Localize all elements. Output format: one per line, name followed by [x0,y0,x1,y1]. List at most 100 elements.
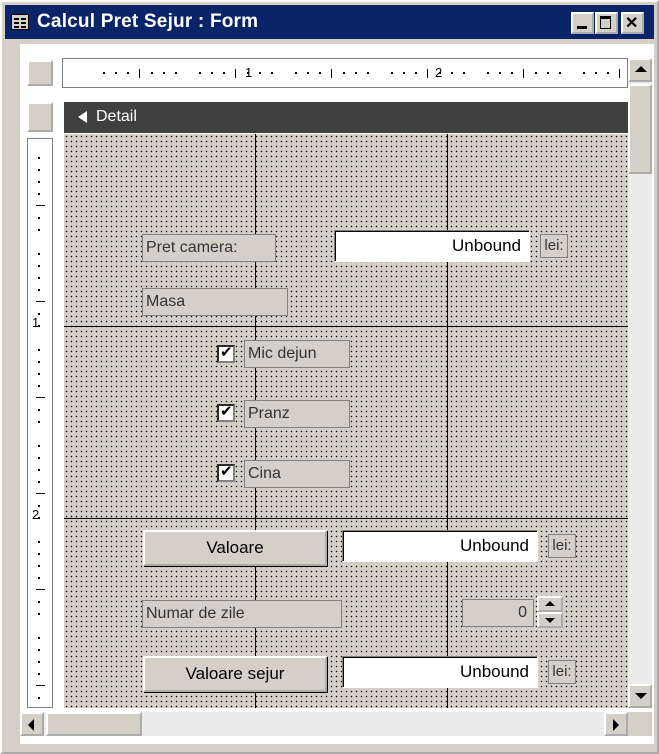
valoare-field[interactable]: Unbound [342,530,538,562]
grid-line [64,326,628,327]
ruler-tick [487,72,489,74]
ruler-tick [355,72,357,74]
ruler-tick [115,72,117,74]
numar-zile-label[interactable]: Numar de zile [142,600,342,628]
scroll-up-icon[interactable] [628,58,652,82]
ruler-tick [199,72,201,74]
ruler-tick [36,397,45,398]
ruler-tick [38,481,40,483]
ruler-tick [511,72,513,74]
ruler-tick [36,493,45,494]
mic-dejun-checkbox[interactable] [217,343,235,363]
ruler-tick [36,301,45,302]
horizontal-ruler[interactable]: 1 2 [62,58,628,88]
ruler-tick [619,69,620,78]
ruler-tick [38,277,40,279]
horizontal-scroll-thumb[interactable] [46,712,142,736]
ruler-tick [235,69,236,78]
pret-camera-unit[interactable]: lei: [540,234,568,258]
ruler-tick [38,505,40,507]
valoare-sejur-field[interactable]: Unbound [342,656,538,688]
pranz-checkbox[interactable] [217,402,235,422]
ruler-tick [427,69,428,78]
ruler-tick [451,72,453,74]
spin-down-icon[interactable] [537,612,563,628]
numar-zile-spinner[interactable] [537,596,563,628]
form-icon[interactable] [11,14,29,30]
ruler-tick [523,69,524,78]
mic-dejun-label[interactable]: Mic dejun [244,340,350,368]
ruler-tick [38,613,40,615]
ruler-tick [38,229,40,231]
title-bar[interactable]: Calcul Pret Sejur : Form [5,5,654,39]
pranz-label[interactable]: Pranz [244,400,350,428]
ruler-tick [259,72,261,74]
detail-section-header[interactable]: Detail [64,102,628,133]
ruler-tick [367,72,369,74]
ruler-tick [307,72,309,74]
ruler-tick [38,385,40,387]
ruler-tick [38,169,40,171]
ruler-tick [38,325,40,327]
form-selector[interactable] [27,60,53,86]
vertical-ruler[interactable]: 1 2 [27,138,53,708]
vertical-scrollbar[interactable] [628,58,652,708]
section-arrow-icon [78,111,87,123]
numar-zile-field[interactable]: 0 [462,599,534,627]
pret-camera-field[interactable]: Unbound [334,230,530,262]
window-title: Calcul Pret Sejur : Form [37,11,259,32]
ruler-tick [38,289,40,291]
cina-checkbox[interactable] [217,462,235,482]
minimize-button[interactable] [571,12,594,34]
ruler-tick [38,217,40,219]
section-label: Detail [96,108,137,125]
section-selector[interactable] [27,102,53,132]
spin-up-icon[interactable] [537,596,563,612]
ruler-tick [295,72,297,74]
ruler-tick [223,72,225,74]
ruler-tick [38,421,40,423]
ruler-tick [463,72,465,74]
ruler-tick [139,69,140,78]
grid-line [447,134,448,708]
grid-line [64,518,628,519]
scroll-down-icon[interactable] [628,684,652,708]
ruler-tick [391,72,393,74]
scroll-right-icon[interactable] [604,712,628,736]
valoare-sejur-unit[interactable]: lei: [548,660,576,684]
valoare-unit[interactable]: lei: [548,534,576,558]
ruler-tick [163,72,165,74]
ruler-tick [38,253,40,255]
ruler-tick [439,72,441,74]
maximize-button[interactable] [595,12,618,34]
scroll-left-icon[interactable] [20,712,44,736]
cina-label[interactable]: Cina [244,460,350,488]
ruler-tick [38,697,40,699]
pret-camera-label[interactable]: Pret camera: [142,234,276,262]
ruler-tick [607,72,609,74]
ruler-label: 2 [32,507,40,522]
ruler-tick [38,313,40,315]
ruler-tick [595,72,597,74]
ruler-tick [38,649,40,651]
ruler-tick [38,409,40,411]
vertical-scroll-thumb[interactable] [628,84,652,174]
ruler-tick [559,72,561,74]
ruler-tick [247,72,249,74]
close-button[interactable] [621,12,644,34]
ruler-tick [38,349,40,351]
ruler-tick [38,157,40,159]
ruler-tick [38,265,40,267]
valoare-button[interactable]: Valoare [143,530,327,566]
ruler-tick [38,601,40,603]
valoare-sejur-button[interactable]: Valoare sejur [143,656,327,692]
masa-label[interactable]: Masa [142,288,288,316]
ruler-tick [319,72,321,74]
ruler-tick [38,541,40,543]
horizontal-scrollbar[interactable] [20,712,628,736]
ruler-tick [38,637,40,639]
ruler-tick [583,72,585,74]
ruler-label: 1 [32,315,40,330]
size-grip [628,712,652,736]
ruler-tick [271,72,273,74]
